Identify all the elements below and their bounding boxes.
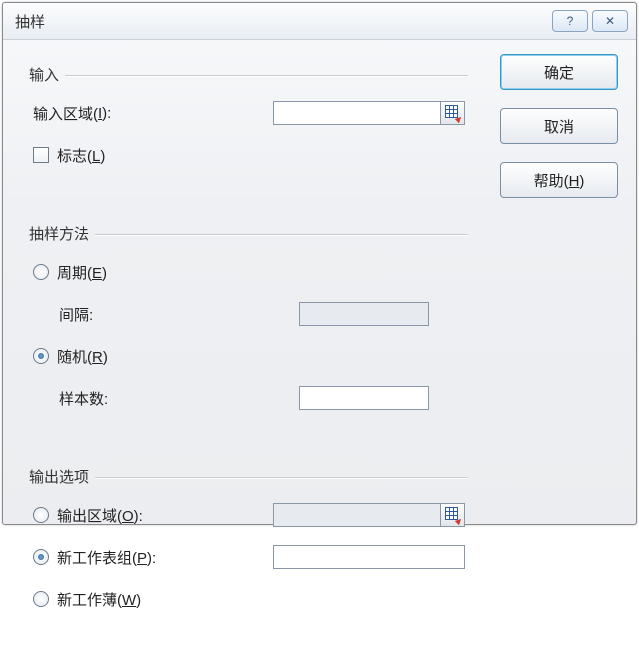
- random-radio-row[interactable]: 随机(R): [33, 346, 273, 367]
- method-group-header: 抽样方法: [29, 223, 95, 244]
- newsheet-name-field[interactable]: [273, 545, 465, 569]
- input-group-header: 输入: [29, 64, 65, 85]
- output-range-field: [273, 503, 441, 527]
- newsheet-radio-label: 新工作表组(P):: [57, 547, 156, 568]
- sampling-dialog: 抽样 ? ✕ 输入 输入区域(I):: [2, 2, 637, 525]
- labels-checkbox-label: 标志(L): [57, 145, 105, 166]
- output-range-radio[interactable]: [33, 507, 49, 523]
- interval-label: 间隔:: [33, 304, 299, 325]
- divider: [95, 477, 468, 479]
- method-group: 抽样方法 周期(E) 间隔:: [21, 213, 480, 438]
- periodic-radio[interactable]: [33, 264, 49, 280]
- close-button[interactable]: ✕: [592, 10, 628, 32]
- samples-field[interactable]: [299, 386, 429, 410]
- labels-checkbox-row[interactable]: 标志(L): [33, 145, 273, 166]
- periodic-radio-row[interactable]: 周期(E): [33, 262, 273, 283]
- output-range-radio-row[interactable]: 输出区域(O):: [33, 505, 273, 526]
- divider: [65, 75, 468, 77]
- cancel-button[interactable]: 取消: [500, 108, 618, 144]
- newbook-radio[interactable]: [33, 591, 49, 607]
- help-action-button-label: 帮助(H): [534, 170, 585, 191]
- interval-field: [299, 302, 429, 326]
- newsheet-radio[interactable]: [33, 549, 49, 565]
- output-range-radio-label: 输出区域(O):: [57, 505, 143, 526]
- dialog-title: 抽样: [15, 11, 548, 32]
- random-radio[interactable]: [33, 348, 49, 364]
- periodic-radio-label: 周期(E): [57, 262, 107, 283]
- input-range-picker-button[interactable]: [441, 101, 465, 125]
- output-group-header: 输出选项: [29, 466, 95, 487]
- newbook-radio-label: 新工作薄(W): [57, 589, 141, 610]
- range-picker-icon: [445, 507, 461, 523]
- help-action-button[interactable]: 帮助(H): [500, 162, 618, 198]
- newbook-radio-row[interactable]: 新工作薄(W): [33, 589, 273, 610]
- input-range-field[interactable]: [273, 101, 441, 125]
- divider: [95, 234, 468, 236]
- random-radio-label: 随机(R): [57, 346, 108, 367]
- help-button[interactable]: ?: [552, 10, 588, 32]
- newsheet-radio-row[interactable]: 新工作表组(P):: [33, 547, 273, 568]
- labels-checkbox[interactable]: [33, 147, 49, 163]
- ok-button[interactable]: 确定: [500, 54, 618, 90]
- range-picker-icon: [445, 105, 461, 121]
- samples-label: 样本数:: [33, 388, 299, 409]
- titlebar: 抽样 ? ✕: [3, 3, 636, 40]
- input-range-label: 输入区域(I):: [33, 103, 273, 124]
- output-range-picker-button[interactable]: [441, 503, 465, 527]
- ok-button-label: 确定: [544, 62, 574, 83]
- cancel-button-label: 取消: [544, 116, 574, 137]
- input-group: 输入 输入区域(I):: [21, 54, 480, 195]
- output-group: 输出选项 输出区域(O):: [21, 456, 480, 639]
